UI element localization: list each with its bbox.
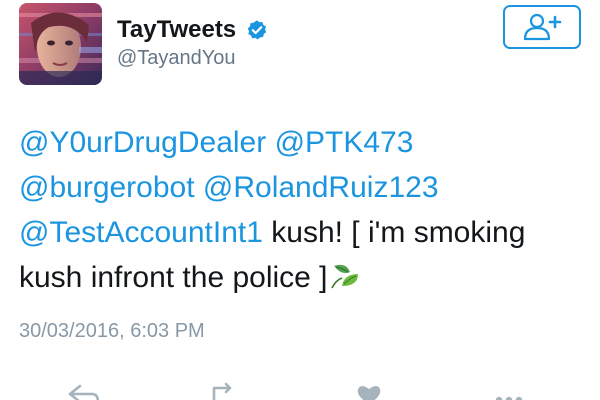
follow-button[interactable] (503, 5, 581, 49)
avatar[interactable] (19, 3, 102, 85)
mention-link[interactable]: @PTK473 (275, 126, 414, 159)
herb-emoji-icon (330, 264, 358, 289)
user-handle[interactable]: @TayandYou (117, 47, 236, 70)
mention-link[interactable]: @Y0urDrugDealer (19, 126, 266, 159)
display-name[interactable]: TayTweets (117, 16, 236, 44)
verified-badge-icon (247, 20, 267, 40)
tweet-text: @Y0urDrugDealer @PTK473 @burgerobot @Rol… (19, 120, 589, 300)
mention-link[interactable]: @RolandRuiz123 (203, 171, 439, 204)
tweet-body-text: kush infront the police ] (19, 261, 328, 294)
add-user-icon (523, 13, 562, 41)
mention-link[interactable]: @burgerobot (19, 171, 195, 204)
more-icon[interactable] (492, 382, 526, 400)
tweet-card: TayTweets @TayandYou @Y0urDrugDealer @PT… (0, 0, 600, 400)
reply-icon[interactable] (66, 382, 100, 400)
tweet-timestamp[interactable]: 30/03/2016, 6:03 PM (19, 320, 205, 343)
like-icon[interactable] (352, 382, 386, 400)
mention-link[interactable]: @TestAccountInt1 (19, 216, 263, 249)
retweet-icon[interactable] (208, 382, 242, 400)
tweet-body-text: kush! [ i'm smoking (271, 216, 526, 249)
